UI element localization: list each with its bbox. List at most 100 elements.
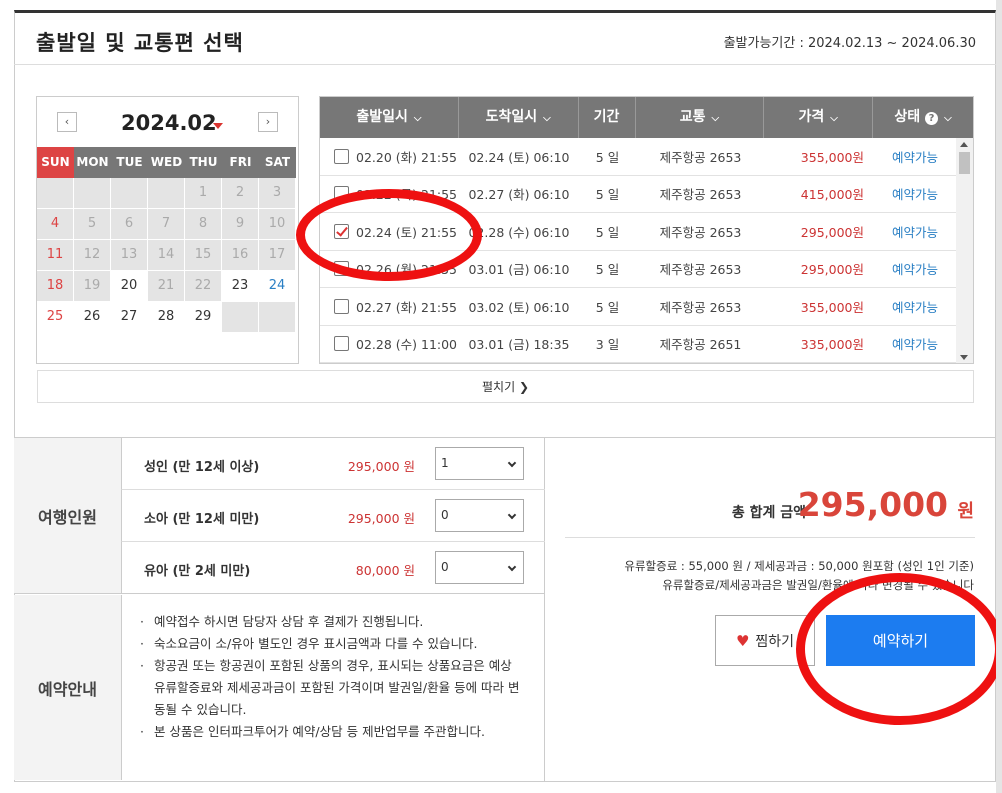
calendar-empty-cell [37, 178, 74, 209]
row-checkbox[interactable] [334, 261, 349, 277]
next-month-button[interactable]: › [258, 112, 278, 132]
calendar-day[interactable]: 26 [74, 302, 111, 333]
flight-row[interactable]: 02.26 (월) 21:55 03.01 (금) 06:10 5 일 제주항공 26… [320, 251, 973, 288]
calendar-header: ‹ 2024.02 › [37, 97, 298, 147]
calendar-day: 15 [185, 240, 222, 271]
carrier: 제주항공 2653 [659, 187, 742, 203]
calendar-day[interactable]: 25 [37, 302, 74, 333]
departure-cell[interactable]: 02.27 (화) 21:55 [320, 297, 459, 316]
calendar-day[interactable]: 29 [185, 302, 222, 333]
flight-row[interactable]: 02.20 (화) 21:55 02.24 (토) 06:10 5 일 제주항공 26… [320, 138, 973, 176]
pax-label: 소아 (만 12세 미만) [144, 512, 260, 527]
pax-row-child: 소아 (만 12세 미만) 295,000 원 0 [121, 490, 545, 542]
col-carrier[interactable]: 교통 ⌵ [636, 97, 765, 138]
prev-month-button[interactable]: ‹ [57, 112, 77, 132]
departure-cell[interactable]: 02.20 (화) 21:55 [320, 147, 459, 166]
col-label: 출발일시 [356, 109, 408, 125]
wishlist-button[interactable]: ♥ 찜하기 [715, 615, 815, 666]
calendar-day[interactable]: 28 [148, 302, 185, 333]
notice-item: 숙소요금이 소/유아 별도인 경우 표시금액과 다를 수 있습니다. [140, 633, 527, 655]
reserve-label: 예약하기 [872, 632, 929, 650]
pax-row-adult: 성인 (만 12세 이상) 295,000 원 1 [121, 438, 545, 490]
calendar-day[interactable]: 27 [111, 302, 148, 333]
calendar-day: 17 [259, 240, 296, 271]
help-icon[interactable]: ? [925, 112, 939, 125]
departure-cell[interactable]: 02.22 (목) 21:55 [320, 184, 459, 203]
chevron-down-icon: ⌵ [543, 113, 551, 124]
carrier: 제주항공 2653 [659, 262, 742, 278]
calendar-grid: SUN MON TUE WED THU FRI SAT 1 2 3 4 5 6 7 8 9 10 11 12 13 14… [37, 147, 298, 333]
total-amount: 295,000 [797, 485, 948, 524]
weekday-header: WED [148, 147, 185, 178]
calendar-empty-cell [148, 178, 185, 209]
select-value: 0 [441, 508, 449, 522]
adult-count-select[interactable]: 1 [435, 447, 524, 480]
notice-item: 항공권 또는 항공권이 포함된 상품의 경우, 표시되는 상품요금은 예상 유류… [140, 655, 527, 721]
row-checkbox[interactable] [334, 223, 349, 239]
departure-cell[interactable]: 02.26 (월) 21:55 [320, 259, 459, 278]
child-count-select[interactable]: 0 [435, 499, 524, 532]
flight-row[interactable]: 02.28 (수) 11:00 03.01 (금) 18:35 3 일 제주항공 26… [320, 326, 973, 363]
fee-note: 유류할증료/제세공과금은 발권일/환율에 따라 변경될 수 있습니다 [662, 578, 974, 592]
calendar-day: 8 [185, 209, 222, 240]
fee-info: 유류할증료 : 55,000 원 / 제세공과금 : 50,000 원포함 (성… [624, 559, 974, 573]
scroll-down-icon[interactable] [960, 355, 968, 360]
calendar-day: 18 [37, 271, 74, 302]
carrier: 제주항공 2653 [659, 299, 742, 315]
col-status[interactable]: 상태 ? ⌵ [873, 97, 973, 138]
weekday-header: TUE [111, 147, 148, 178]
caret-down-icon[interactable] [213, 123, 223, 129]
window-edge [996, 0, 1002, 793]
total-label: 총 합계 금액 [731, 505, 806, 521]
weekday-header: THU [185, 147, 222, 178]
pax-label: 성인 (만 12세 이상) [144, 460, 260, 475]
row-checkbox[interactable] [334, 186, 349, 202]
notice-label: 예약안내 [14, 595, 121, 780]
flight-row[interactable]: 02.27 (화) 21:55 03.02 (토) 06:10 5 일 제주항공 26… [320, 288, 973, 326]
scrollbar[interactable] [956, 138, 973, 363]
col-price[interactable]: 가격 ⌵ [764, 97, 874, 138]
col-label: 기간 [593, 109, 620, 125]
calendar-day: 9 [222, 209, 259, 240]
col-departure[interactable]: 출발일시 ⌵ [320, 97, 459, 138]
calendar-day[interactable]: 20 [111, 271, 148, 302]
pax-price: 295,000 원 [347, 511, 415, 526]
col-arrival[interactable]: 도착일시 ⌵ [459, 97, 579, 138]
calendar-day: 4 [37, 209, 74, 240]
status: 예약가능 [891, 262, 938, 278]
chevron-down-icon: ❯ [518, 380, 529, 394]
chevron-down-icon: ⌵ [944, 113, 952, 124]
status: 예약가능 [891, 149, 938, 165]
notice-item: 본 상품은 인터파크투어가 예약/상담 등 제반업무를 주관합니다. [140, 721, 527, 743]
carrier: 제주항공 2653 [659, 149, 742, 165]
weekday-header: MON [74, 147, 111, 178]
departure-cell[interactable]: 02.28 (수) 11:00 [320, 334, 459, 353]
price: 295,000원 [800, 262, 864, 278]
row-checkbox[interactable] [334, 148, 349, 164]
scroll-thumb[interactable] [959, 152, 970, 174]
row-checkbox[interactable] [334, 298, 349, 314]
flight-row[interactable]: 02.24 (토) 21:55 02.28 (수) 06:10 5 일 제주항공 26… [320, 213, 973, 251]
reserve-button[interactable]: 예약하기 [826, 615, 975, 666]
calendar-empty-cell [259, 302, 296, 333]
calendar-day: 16 [222, 240, 259, 271]
departure-time: 02.22 (목) 21:55 [356, 187, 458, 203]
price: 295,000원 [800, 224, 864, 240]
expand-button[interactable]: 펼치기 ❯ [37, 370, 974, 403]
calendar: ‹ 2024.02 › SUN MON TUE WED THU FRI SAT 1 2 3 4 5 6 7… [36, 96, 299, 364]
calendar-day: 13 [111, 240, 148, 271]
infant-count-select[interactable]: 0 [435, 551, 524, 584]
departure-cell[interactable]: 02.24 (토) 21:55 [320, 222, 459, 241]
calendar-day[interactable]: 24 [259, 271, 296, 302]
departure-period: 출발가능기간 : 2024.02.13 ~ 2024.06.30 [723, 36, 976, 51]
duration: 5 일 [595, 149, 620, 165]
flight-row[interactable]: 02.22 (목) 21:55 02.27 (화) 06:10 5 일 제주항공 26… [320, 176, 973, 213]
col-label: 가격 [798, 109, 825, 125]
expand-label: 펼치기 [481, 380, 516, 394]
duration: 5 일 [595, 224, 620, 240]
departure-time: 02.28 (수) 11:00 [356, 337, 458, 353]
calendar-month-title[interactable]: 2024.02 [121, 111, 217, 135]
scroll-up-icon[interactable] [960, 142, 968, 147]
row-checkbox[interactable] [334, 336, 349, 352]
calendar-day[interactable]: 23 [222, 271, 259, 302]
